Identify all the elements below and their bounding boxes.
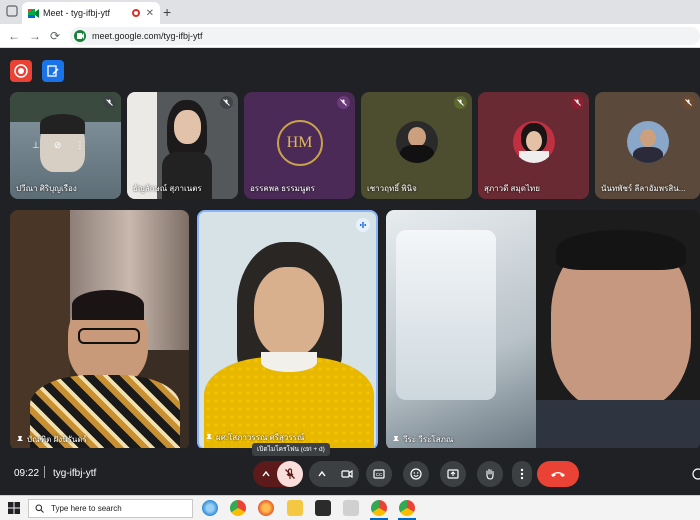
browser-toolbar: ← → ⟳ meet.google.com/tyg-ifbj-ytf xyxy=(0,24,700,48)
participant-avatar xyxy=(395,120,438,163)
camera-options-button[interactable] xyxy=(309,461,334,487)
meeting-code: tyg-ifbj-ytf xyxy=(53,468,97,479)
url-text: meet.google.com/tyg-ifbj-ytf xyxy=(92,31,203,41)
mic-off-icon xyxy=(571,96,584,109)
pin-icon xyxy=(393,435,399,444)
raise-hand-icon xyxy=(486,468,494,480)
mute-icon[interactable]: ⊘ xyxy=(54,140,62,151)
participant-name: วีระ วีระโสภณ xyxy=(392,433,453,446)
participant-tile[interactable]: ธัญลักษณ์ สุภาเนตร xyxy=(127,92,238,199)
divider xyxy=(44,466,45,478)
tab-title: Meet - tyg-ifbj-ytf xyxy=(43,8,111,18)
participant-avatar xyxy=(512,120,555,163)
participant-tile[interactable]: เชาวฤทธิ์ พินิจ xyxy=(361,92,472,199)
tile-hover-controls: ⊥ ⊘ ⋮ xyxy=(32,140,84,151)
participant-name: บัณฑิต ฝังนิรันดร์ xyxy=(16,433,87,446)
mic-off-icon xyxy=(337,96,350,109)
search-placeholder: Type here to search xyxy=(51,504,122,513)
participant-name: นันทพัชร์ ลีลาอัมพรสิน... xyxy=(601,184,686,193)
participant-name: อรรคพล ธรรมนูตร xyxy=(250,184,315,193)
more-options-icon[interactable]: ⋮ xyxy=(75,140,84,151)
info-icon xyxy=(692,468,700,480)
meeting-clock: 09:22 xyxy=(14,468,40,479)
chevron-up-icon xyxy=(317,471,326,477)
more-vert-icon xyxy=(520,468,524,480)
browser-tab-strip: Meet - tyg-ifbj-ytf ✕ + xyxy=(0,0,700,24)
record-icon xyxy=(14,64,28,78)
edge-taskbar-icon[interactable] xyxy=(202,500,218,516)
site-info-icon[interactable] xyxy=(74,30,86,42)
meeting-details-button[interactable] xyxy=(690,461,700,487)
new-tab-button[interactable]: + xyxy=(163,4,171,20)
participant-name: สุภาวดี สมุดไทย xyxy=(484,184,540,193)
participant-tile[interactable]: ⊥ ⊘ ⋮ ปวีณา ศิริบุญเรือง xyxy=(10,92,121,199)
back-button[interactable]: ← xyxy=(8,29,20,43)
pin-icon[interactable]: ⊥ xyxy=(32,140,40,151)
app-taskbar-icon[interactable] xyxy=(343,500,359,516)
meeting-controls-bar: 09:22 tyg-ifbj-ytf CC xyxy=(0,448,700,495)
chrome-profile-taskbar-icon[interactable] xyxy=(371,500,387,516)
participant-logo: HM xyxy=(276,119,323,166)
tab-search-icon[interactable] xyxy=(6,5,18,17)
participant-tile-main[interactable]: บัณฑิต ฝังนิรันดร์ xyxy=(10,210,189,450)
address-bar[interactable]: meet.google.com/tyg-ifbj-ytf xyxy=(70,27,700,45)
mic-toggle-button[interactable] xyxy=(277,461,303,487)
pin-icon xyxy=(206,433,212,442)
participant-name: เชาวฤทธิ์ พินิจ xyxy=(367,184,417,193)
closed-captions-icon: CC xyxy=(373,469,385,479)
mic-off-icon xyxy=(682,96,695,109)
mic-off-icon xyxy=(103,96,116,109)
mic-tooltip: เปิดไมโครโฟน (ctrl + d) xyxy=(252,443,330,456)
present-screen-icon xyxy=(447,469,459,479)
logo-text: HM xyxy=(286,133,313,151)
file-explorer-taskbar-icon[interactable] xyxy=(287,500,303,516)
microphone-control-group xyxy=(253,461,303,487)
participant-tile[interactable]: HM อรรคพล ธรรมนูตร xyxy=(244,92,355,199)
present-screen-button[interactable] xyxy=(440,461,466,487)
svg-text:CC: CC xyxy=(376,472,383,477)
mic-off-icon xyxy=(285,468,295,479)
meet-stage: ⊥ ⊘ ⋮ ปวีณา ศิริบุญเรือง ธัญลักษณ์ สุภาเ… xyxy=(0,48,700,495)
camera-control-group xyxy=(309,461,359,487)
terminal-taskbar-icon[interactable] xyxy=(315,500,331,516)
leave-call-button[interactable] xyxy=(537,461,579,487)
raise-hand-button[interactable] xyxy=(477,461,503,487)
meet-favicon-icon xyxy=(28,8,39,18)
chrome-taskbar-icon[interactable] xyxy=(230,500,246,516)
reload-button[interactable]: ⟳ xyxy=(50,29,60,43)
chevron-up-icon xyxy=(262,471,270,477)
search-icon xyxy=(35,504,44,513)
participant-tile-main[interactable]: วีระ วีระโสภณ xyxy=(386,210,700,450)
participant-tile[interactable]: สุภาวดี สมุดไทย xyxy=(478,92,589,199)
recording-indicator-icon xyxy=(131,9,140,17)
participant-tile[interactable]: นันทพัชร์ ลีลาอัมพรสิน... xyxy=(595,92,700,199)
reactions-button[interactable] xyxy=(403,461,429,487)
video-camera-icon xyxy=(340,469,353,479)
participant-avatar xyxy=(626,120,669,163)
windows-start-icon[interactable] xyxy=(8,502,20,514)
emoji-smile-icon xyxy=(410,468,422,480)
camera-toggle-button[interactable] xyxy=(334,461,359,487)
participant-name: ปวีณา ศิริบุญเรือง xyxy=(16,184,77,193)
forward-button[interactable]: → xyxy=(29,29,41,43)
chrome-active-taskbar-icon[interactable] xyxy=(399,500,415,516)
recording-button[interactable] xyxy=(10,60,32,82)
mic-off-icon xyxy=(454,96,467,109)
mic-options-button[interactable] xyxy=(253,461,279,487)
participant-tile-main-active-speaker[interactable]: ผศ.โสภาวรรณ ศรีสุวรรณ์ xyxy=(197,210,378,450)
firefox-taskbar-icon[interactable] xyxy=(258,500,274,516)
captions-button[interactable]: CC xyxy=(366,461,392,487)
notes-button[interactable] xyxy=(42,60,64,82)
speaking-indicator-icon xyxy=(356,218,370,232)
windows-taskbar: Type here to search xyxy=(0,495,700,520)
more-options-button[interactable] xyxy=(512,461,532,487)
hang-up-icon xyxy=(551,472,565,477)
browser-tab-meet[interactable]: Meet - tyg-ifbj-ytf ✕ xyxy=(22,2,160,24)
notes-edit-icon xyxy=(47,65,59,77)
tab-close-icon[interactable]: ✕ xyxy=(146,8,154,19)
mic-off-icon xyxy=(220,96,233,109)
pin-icon xyxy=(17,435,23,444)
participant-name: ธัญลักษณ์ สุภาเนตร xyxy=(133,184,202,193)
taskbar-search-input[interactable]: Type here to search xyxy=(28,499,193,518)
